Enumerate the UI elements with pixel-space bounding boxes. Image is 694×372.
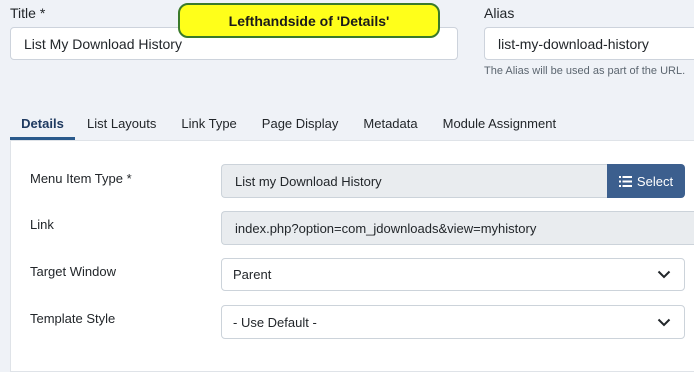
tab-list-layouts-label: List Layouts (87, 116, 157, 131)
target-window-label: Target Window (30, 264, 116, 279)
tab-module-assignment[interactable]: Module Assignment (430, 107, 568, 140)
list-icon (618, 175, 632, 187)
tab-link-type-label: Link Type (181, 116, 237, 131)
chevron-down-icon (657, 318, 671, 326)
template-style-value: - Use Default - (233, 314, 317, 330)
link-field: index.php?option=com_jdownloads&view=myh… (221, 211, 694, 245)
template-style-label: Template Style (30, 311, 116, 326)
alias-label: Alias (484, 5, 515, 21)
select-button-label: Select (636, 173, 674, 189)
tab-bar: Details List Layouts Link Type Page Disp… (10, 107, 568, 140)
title-label: Title * (10, 5, 46, 21)
link-label: Link (30, 217, 54, 232)
select-button[interactable]: Select (607, 164, 685, 198)
tab-module-assignment-label: Module Assignment (442, 116, 557, 131)
tab-metadata[interactable]: Metadata (350, 107, 429, 140)
alias-hint: The Alias will be used as part of the UR… (484, 65, 686, 77)
tab-list-layouts[interactable]: List Layouts (75, 107, 168, 140)
tab-details[interactable]: Details (10, 107, 75, 140)
annotation-callout: Lefthandside of 'Details' (178, 3, 440, 38)
tab-page-display[interactable]: Page Display (249, 107, 351, 140)
chevron-down-icon (657, 270, 671, 279)
target-window-select[interactable]: Parent (221, 258, 685, 291)
tab-details-label: Details (21, 116, 64, 131)
tab-metadata-label: Metadata (363, 116, 418, 131)
tab-link-type[interactable]: Link Type (168, 107, 248, 140)
tab-page-display-label: Page Display (261, 116, 339, 131)
alias-input[interactable]: list-my-download-history (484, 27, 694, 60)
menu-item-type-label: Menu Item Type * (30, 171, 132, 186)
template-style-select[interactable]: - Use Default - (221, 305, 685, 339)
target-window-value: Parent (233, 267, 272, 282)
menu-item-type-field: List my Download History (221, 164, 608, 198)
